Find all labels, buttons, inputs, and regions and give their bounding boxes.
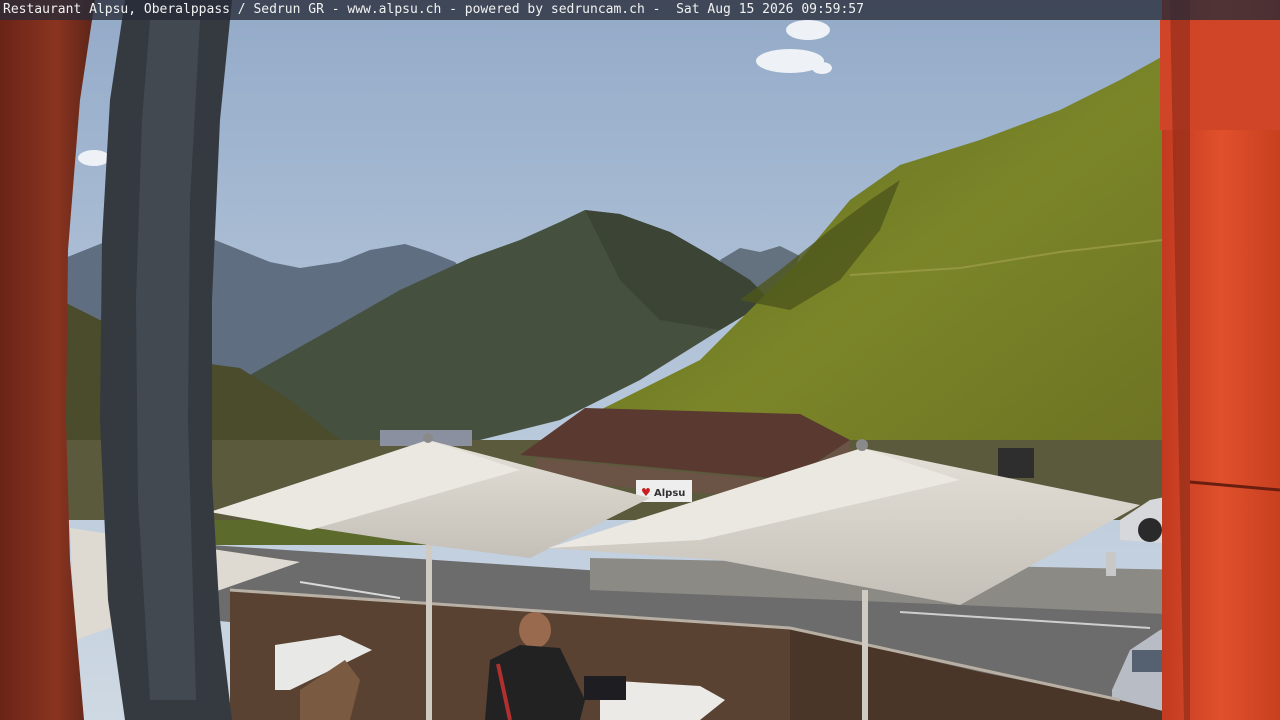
road-sign [998,448,1034,478]
webcam-caption-bar: Restaurant Alpsu, Oberalppass / Sedrun G… [0,0,1280,20]
webcam-view: ♥ Alpsu Restaurant Alpsu, Oberalppass / … [0,0,1280,720]
webcam-image: ♥ Alpsu [0,0,1280,720]
bag [584,676,626,700]
alpsu-sign-text: Alpsu [654,488,685,499]
post [1106,552,1116,576]
webcam-caption: Restaurant Alpsu, Oberalppass / Sedrun G… [3,2,864,17]
